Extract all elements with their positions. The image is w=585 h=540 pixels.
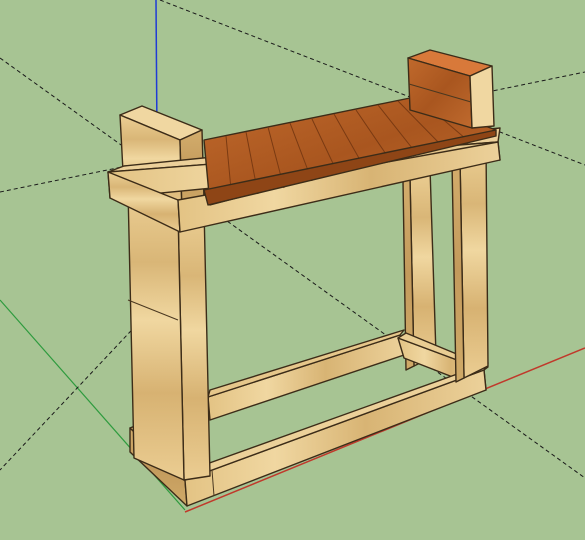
modeling-viewport[interactable] [0,0,585,540]
red-axis [184,347,585,513]
inference-dashed-line-2 [0,57,585,479]
front-left-post[interactable] [127,189,211,481]
scene-svg[interactable] [0,0,585,540]
front-right-post[interactable] [451,145,489,383]
